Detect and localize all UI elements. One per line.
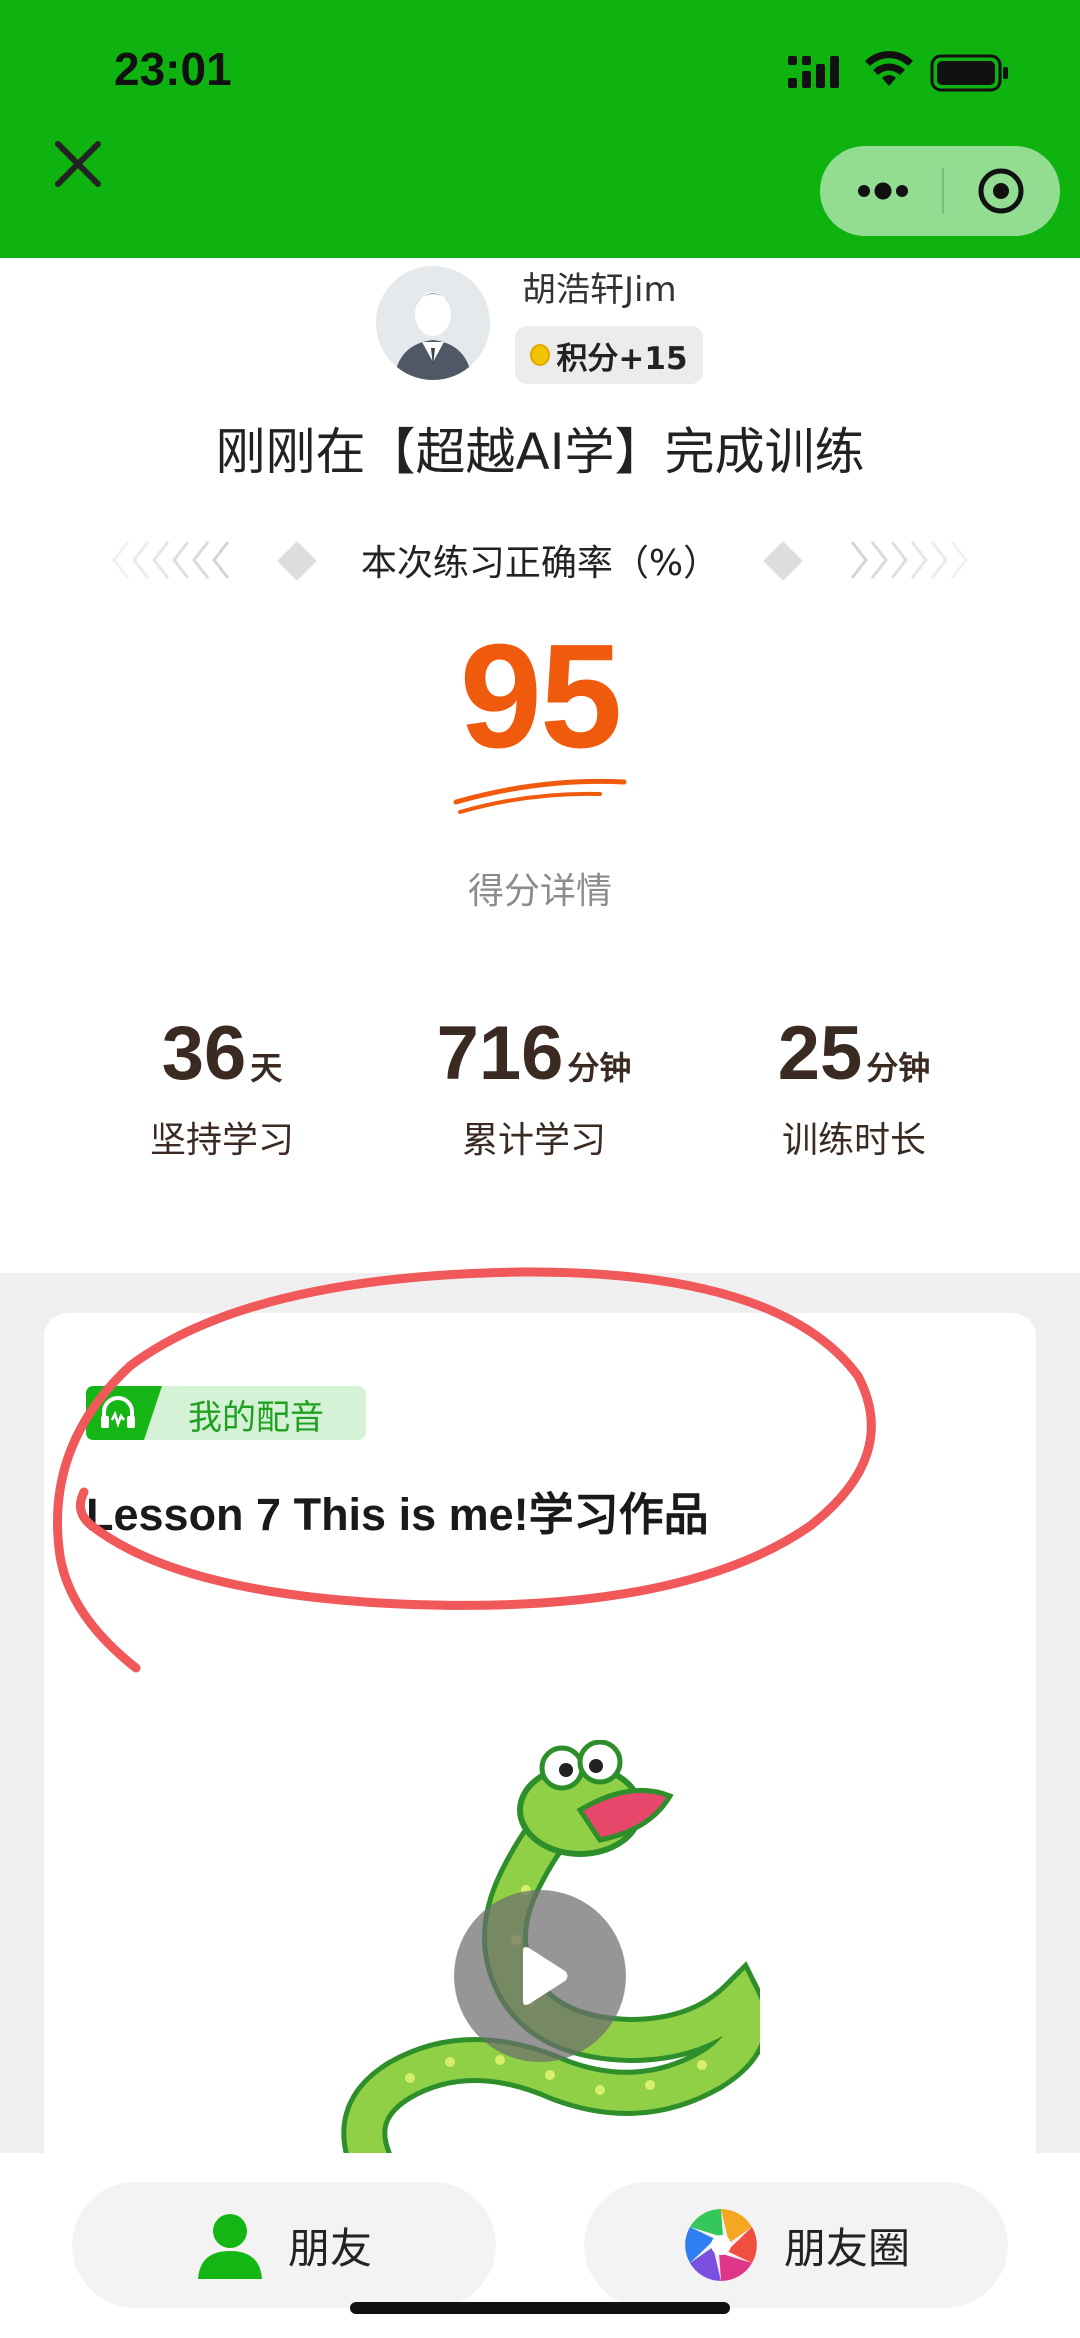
stat-label: 训练时长 [781,1120,926,1161]
home-indicator [350,2302,730,2314]
score-detail-link[interactable]: 得分详情 [0,862,1080,914]
share-moments-label: 朋友圈 [783,2223,910,2273]
score-underline-decoration [453,778,627,814]
stat-unit: 分钟 [567,1049,632,1087]
share-to-moments-button[interactable]: 朋友圈 [584,2182,1008,2308]
coin-icon [530,344,551,366]
stat-training-minutes: 25 分钟 训练时长 [694,1010,1014,1163]
default-avatar-icon [376,266,490,380]
close-button[interactable] [42,128,114,200]
stat-value: 36 [161,1011,247,1096]
diamond-decoration-icon [277,541,317,581]
stat-value: 25 [777,1011,863,1096]
stat-unit: 分钟 [866,1049,931,1087]
close-icon [55,141,101,187]
more-icon[interactable] [848,168,918,214]
cellular-signal-icon [788,56,839,88]
play-icon [523,1947,568,2005]
play-button[interactable] [454,1890,626,2062]
target-icon[interactable] [968,166,1034,216]
share-to-friend-button[interactable]: 朋友 [72,2182,496,2308]
person-icon [197,2214,262,2279]
chevron-decoration-right-icon [850,541,968,579]
capsule-divider [942,168,944,214]
stat-total-minutes: 716 分钟 累计学习 [374,1010,694,1163]
chevron-decoration-left-icon [112,541,230,579]
diamond-decoration-icon [763,541,803,581]
completion-headline: 刚刚在【超越AI学】完成训练 [215,423,865,481]
accuracy-score: 95 [459,614,623,779]
stat-streak-days: 36 天 坚持学习 [62,1010,382,1163]
accuracy-label: 本次练习正确率（%） [360,543,720,584]
status-time: 23:01 [114,43,232,95]
moments-aperture-icon [685,2209,757,2281]
points-badge: 积分+15 [515,326,703,384]
stat-label: 累计学习 [461,1120,606,1161]
share-friend-label: 朋友 [287,2223,372,2273]
username: 胡浩轩Jim [522,270,677,310]
stat-value: 716 [436,1011,564,1096]
avatar[interactable] [376,266,490,380]
battery-icon [930,54,1008,92]
points-label: 积分+15 [556,340,688,377]
wifi-icon [865,51,913,86]
stat-label: 坚持学习 [149,1120,294,1161]
hand-drawn-circle-annotation [53,1267,876,1673]
stat-unit: 天 [250,1049,283,1087]
